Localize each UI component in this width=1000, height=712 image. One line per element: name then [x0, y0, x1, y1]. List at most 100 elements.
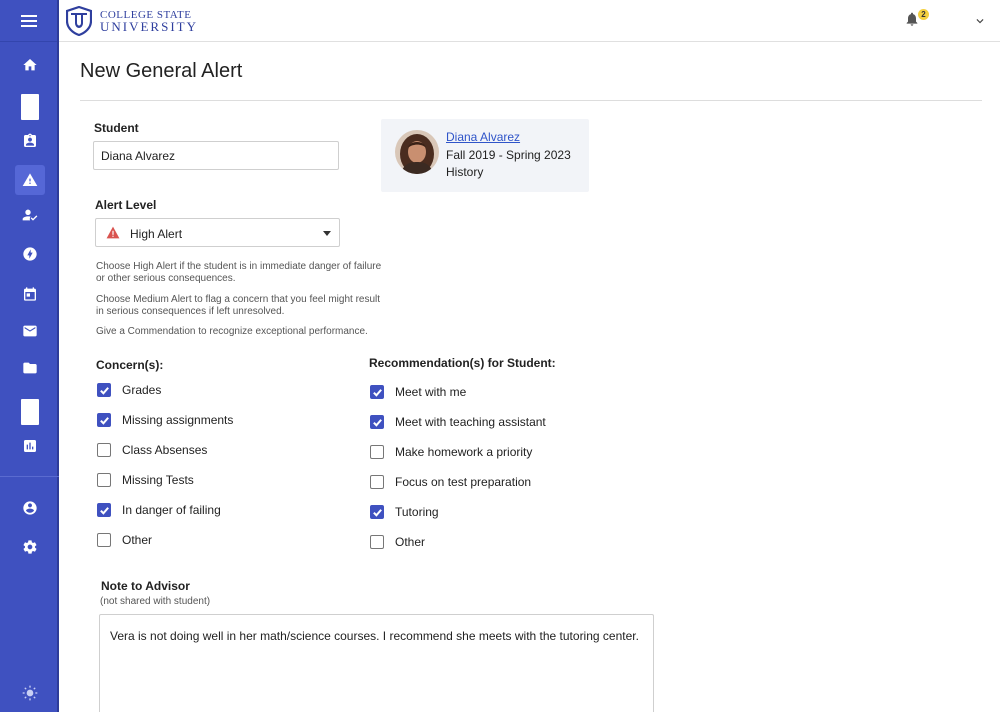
mail-icon	[23, 325, 37, 337]
student-term: Fall 2019 - Spring 2023	[446, 148, 571, 162]
help-medium-alert: Choose Medium Alert to flag a concern th…	[96, 294, 381, 317]
recommendation-option[interactable]: Meet with teaching assistant	[370, 414, 546, 430]
concern-checkbox[interactable]	[97, 503, 111, 517]
warning-icon	[22, 173, 38, 186]
student-card: Diana Alvarez Fall 2019 - Spring 2023 Hi…	[381, 119, 589, 192]
concern-option-label: Class Absenses	[122, 443, 208, 457]
calendar-icon	[24, 287, 36, 301]
recommendation-option[interactable]: Meet with me	[370, 384, 466, 400]
sidebar-item-alerts[interactable]	[15, 165, 45, 195]
university-name: COLLEGE STATE UNIVERSITY	[100, 9, 198, 33]
sidebar-item-messages[interactable]	[15, 316, 45, 346]
menu-button[interactable]	[0, 0, 57, 42]
checkmark-icon	[99, 386, 109, 395]
recommendation-checkbox[interactable]	[370, 445, 384, 459]
checkmark-icon	[372, 388, 382, 397]
sidebar-item-profile[interactable]	[15, 493, 45, 523]
concerns-heading: Concern(s):	[96, 358, 164, 372]
concern-option-label: Missing Tests	[122, 473, 194, 487]
hamburger-icon	[20, 14, 37, 27]
concern-option[interactable]: Other	[97, 532, 152, 548]
concern-option[interactable]: Missing Tests	[97, 472, 194, 488]
help-commendation: Give a Commendation to recognize excepti…	[96, 326, 368, 337]
sidebar-placeholder	[21, 94, 39, 120]
notifications-button[interactable]: 2	[904, 9, 929, 31]
sidebar-item-reports[interactable]	[15, 431, 45, 461]
sidebar-item-home[interactable]	[15, 50, 45, 80]
concern-option[interactable]: Grades	[97, 382, 161, 398]
warning-triangle-icon	[106, 226, 120, 239]
person-check-icon	[22, 209, 38, 221]
student-photo	[395, 130, 439, 174]
concern-option-label: In danger of failing	[122, 503, 221, 517]
account-circle-icon	[23, 501, 37, 515]
recommendation-option-label: Make homework a priority	[395, 445, 533, 459]
sidebar-placeholder	[21, 399, 39, 425]
recommendation-checkbox[interactable]	[370, 475, 384, 489]
concern-option-label: Other	[122, 533, 153, 547]
recommendation-option-label: Meet with teaching assistant	[395, 415, 546, 429]
sidebar-item-status[interactable]	[15, 678, 45, 708]
sidebar-divider	[0, 476, 59, 477]
clipboard-person-icon	[24, 133, 36, 147]
sidebar-item-calendar[interactable]	[15, 279, 45, 309]
university-name-line2: UNIVERSITY	[100, 19, 198, 34]
gear-icon	[23, 540, 37, 554]
concern-option-label: Grades	[122, 383, 162, 397]
help-high-alert: Choose High Alert if the student is in i…	[96, 261, 382, 284]
recommendation-option-label: Other	[395, 535, 426, 549]
concern-checkbox[interactable]	[97, 443, 111, 457]
note-textarea[interactable]: Vera is not doing well in her math/scien…	[99, 614, 654, 712]
sidebar-item-files[interactable]	[15, 353, 45, 383]
concern-checkbox[interactable]	[97, 383, 111, 397]
checkmark-icon	[99, 416, 109, 425]
sidebar-item-advisees[interactable]	[15, 200, 45, 230]
recommendation-option-label: Meet with me	[395, 385, 467, 399]
concern-option[interactable]: Missing assignments	[97, 412, 233, 428]
recommendation-option[interactable]: Other	[370, 534, 425, 550]
sidebar-item-roster[interactable]	[15, 126, 45, 156]
checkmark-icon	[372, 508, 382, 517]
student-major: History	[446, 165, 484, 179]
concern-checkbox[interactable]	[97, 533, 111, 547]
account-menu-toggle[interactable]	[973, 14, 987, 28]
top-bar: COLLEGE STATE UNIVERSITY 2	[59, 0, 1000, 42]
concern-checkbox[interactable]	[97, 473, 111, 487]
recommendation-option-label: Tutoring	[395, 505, 439, 519]
dropdown-caret-icon	[323, 231, 331, 236]
student-field[interactable]: Diana Alvarez	[93, 141, 339, 170]
recommendation-option[interactable]: Tutoring	[370, 504, 439, 520]
alert-level-select[interactable]: High Alert	[95, 218, 340, 247]
page-title: New General Alert	[80, 60, 243, 82]
checkmark-icon	[99, 506, 109, 515]
note-label: Note to Advisor	[101, 579, 190, 593]
recommendation-checkbox[interactable]	[370, 505, 384, 519]
concern-option-label: Missing assignments	[122, 413, 234, 427]
folder-icon	[23, 362, 37, 374]
alert-level-value: High Alert	[130, 227, 183, 241]
sidebar-item-quick[interactable]	[15, 239, 45, 269]
sidebar	[0, 0, 59, 712]
title-divider	[80, 100, 982, 101]
recommendation-checkbox[interactable]	[370, 535, 384, 549]
chevron-down-icon	[976, 19, 984, 24]
student-avatar	[395, 130, 439, 174]
concern-option[interactable]: In danger of failing	[97, 502, 221, 518]
checkmark-icon	[372, 418, 382, 427]
concern-option[interactable]: Class Absenses	[97, 442, 207, 458]
concern-checkbox[interactable]	[97, 413, 111, 427]
recommendation-checkbox[interactable]	[370, 415, 384, 429]
university-logo[interactable]: COLLEGE STATE UNIVERSITY	[66, 6, 198, 36]
student-label: Student	[94, 121, 139, 135]
recommendation-checkbox[interactable]	[370, 385, 384, 399]
student-name-link[interactable]: Diana Alvarez	[446, 130, 520, 144]
recommendation-option[interactable]: Make homework a priority	[370, 444, 532, 460]
shield-logo-icon	[66, 6, 92, 36]
home-icon	[23, 59, 37, 71]
sun-icon	[22, 685, 38, 701]
notification-count-badge: 2	[918, 9, 929, 20]
recommendation-option[interactable]: Focus on test preparation	[370, 474, 531, 490]
sidebar-item-settings[interactable]	[15, 532, 45, 562]
recommendations-heading: Recommendation(s) for Student:	[369, 356, 556, 370]
bar-chart-icon	[24, 440, 36, 452]
